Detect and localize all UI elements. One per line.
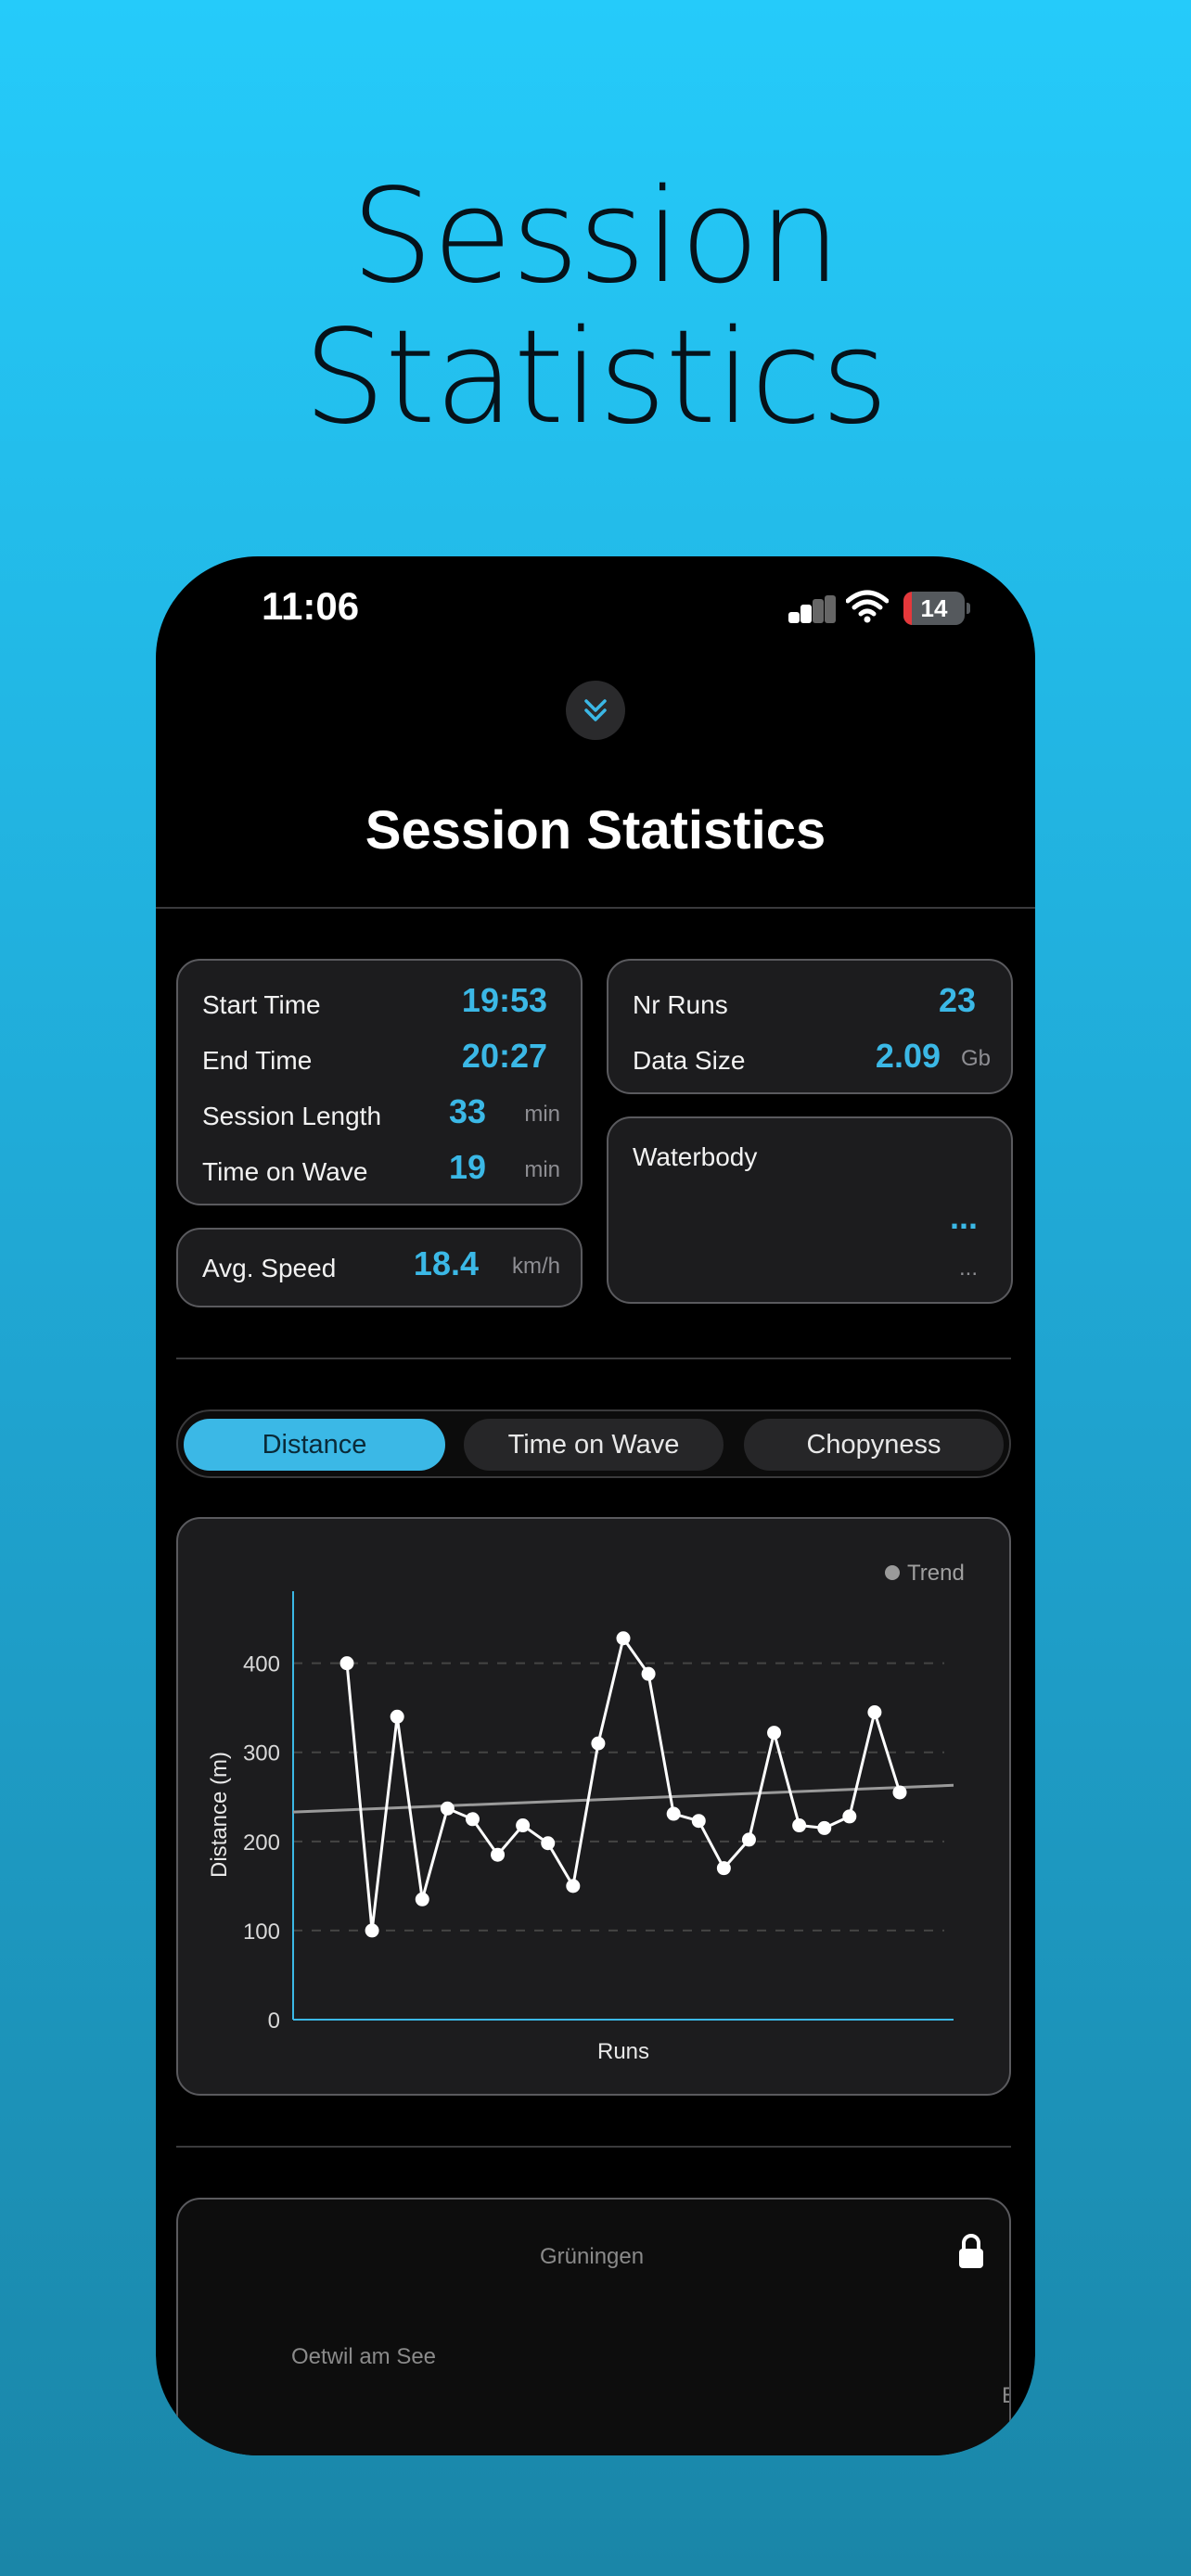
battery-icon: 14 (903, 592, 965, 625)
waterbody-value: ... (949, 1198, 978, 1236)
battery-level: 14 (920, 594, 948, 622)
waterbody-row: Waterbody (633, 1133, 991, 1180)
y-tick-label: 0 (268, 2009, 280, 2034)
session-length-unit: min (524, 1102, 560, 1127)
data-point (892, 1785, 907, 1800)
y-tick-label: 300 (243, 1741, 280, 1766)
tab-time-on-wave[interactable]: Time on Wave (464, 1419, 724, 1471)
status-bar: 11:06 14 (156, 556, 1035, 668)
session-times-card: Start Time 19:53 End Time 20:27 Session … (176, 959, 583, 1205)
data-point (817, 1820, 832, 1835)
data-point (616, 1631, 631, 1646)
data-point (767, 1726, 782, 1741)
end-time-row: End Time 20:27 (202, 1037, 560, 1083)
time-on-wave-row: Time on Wave 19 min (202, 1148, 560, 1194)
time-on-wave-label: Time on Wave (202, 1157, 368, 1186)
data-point (415, 1892, 429, 1906)
y-tick-label: 400 (243, 1652, 280, 1677)
end-time-value: 20:27 (461, 1037, 547, 1075)
start-time-value: 19:53 (461, 981, 547, 1019)
divider (156, 907, 1035, 909)
data-point (491, 1847, 506, 1862)
session-length-value: 33 (448, 1092, 486, 1130)
data-point (465, 1812, 480, 1827)
avg-speed-row: Avg. Speed 18.4 km/h (202, 1244, 560, 1291)
avg-speed-unit: km/h (511, 1254, 560, 1279)
metric-tabs: Distance Time on Wave Chopyness (176, 1409, 1011, 1478)
data-point (867, 1705, 882, 1719)
distance-chart: 0 100 200 300 400 Runs Distance (m) Trend (207, 1561, 965, 2064)
wifi-icon (846, 590, 889, 623)
data-point (440, 1801, 455, 1816)
y-axis-label: Distance (m) (207, 1752, 232, 1878)
screen-title: Session Statistics (365, 800, 826, 861)
legend-trend-marker (885, 1565, 900, 1580)
hero-title-line-1: Session (351, 161, 840, 312)
map-label-grueningen: Grüningen (540, 2244, 645, 2269)
time-on-wave-value: 19 (448, 1148, 486, 1186)
phone-screen: 11:06 14 Session Statistics Start Time 1… (156, 556, 1035, 2455)
start-time-row: Start Time 19:53 (202, 981, 560, 1027)
data-point (541, 1836, 556, 1851)
hero-title: Session Statistics (0, 167, 1191, 449)
data-point (516, 1818, 531, 1833)
double-chevron-down-icon (584, 699, 607, 721)
data-size-row: Data Size 2.09 Gb (633, 1037, 991, 1083)
data-point (641, 1666, 656, 1681)
session-map[interactable]: Grüningen Oetwil am See E (176, 2198, 1011, 2455)
collapse-button[interactable] (566, 681, 625, 740)
data-point (390, 1709, 404, 1724)
lock-icon[interactable] (955, 2233, 987, 2270)
time-on-wave-unit: min (524, 1157, 560, 1182)
waterbody-sub: ... (958, 1256, 978, 1281)
distance-chart-card: 0 100 200 300 400 Runs Distance (m) Trend (176, 1517, 1011, 2096)
tab-distance[interactable]: Distance (184, 1419, 445, 1471)
map-label-edge: E (1002, 2383, 1009, 2409)
y-tick-label: 100 (243, 1919, 280, 1945)
data-point (365, 1923, 379, 1938)
session-length-row: Session Length 33 min (202, 1092, 560, 1139)
runs-card: Nr Runs 23 Data Size 2.09 Gb (607, 959, 1013, 1094)
data-point (339, 1656, 354, 1671)
avg-speed-value: 18.4 (413, 1244, 479, 1282)
status-time: 11:06 (262, 584, 360, 628)
start-time-label: Start Time (202, 990, 321, 1019)
distance-line (345, 1635, 902, 1932)
cellular-signal-icon (788, 595, 837, 625)
waterbody-label: Waterbody (633, 1142, 758, 1171)
data-point (566, 1879, 581, 1894)
waterbody-card[interactable]: Waterbody ... ... (607, 1116, 1013, 1304)
divider (176, 2146, 1011, 2148)
data-point (716, 1861, 731, 1876)
session-length-label: Session Length (202, 1102, 382, 1130)
data-point (842, 1809, 857, 1824)
nr-runs-value: 23 (938, 981, 976, 1019)
legend-trend-label: Trend (907, 1561, 965, 1586)
data-size-unit: Gb (960, 1046, 991, 1071)
avg-speed-label: Avg. Speed (202, 1254, 337, 1282)
divider (176, 1358, 1011, 1359)
y-tick-label: 200 (243, 1830, 280, 1855)
data-point (666, 1806, 681, 1821)
nr-runs-row: Nr Runs 23 (633, 981, 991, 1027)
data-point (741, 1832, 756, 1847)
battery-tip (967, 603, 970, 614)
data-point (591, 1736, 606, 1751)
nr-runs-label: Nr Runs (633, 990, 728, 1019)
tab-chopyness[interactable]: Chopyness (744, 1419, 1004, 1471)
data-size-value: 2.09 (875, 1037, 941, 1075)
data-point (691, 1814, 706, 1829)
map-label-oetwil: Oetwil am See (290, 2344, 437, 2369)
data-size-label: Data Size (633, 1046, 746, 1075)
data-point (792, 1818, 807, 1833)
avg-speed-card: Avg. Speed 18.4 km/h (176, 1228, 583, 1307)
end-time-label: End Time (202, 1046, 313, 1075)
x-axis-label: Runs (597, 2039, 649, 2064)
hero-title-line-2: Statistics (303, 302, 889, 453)
